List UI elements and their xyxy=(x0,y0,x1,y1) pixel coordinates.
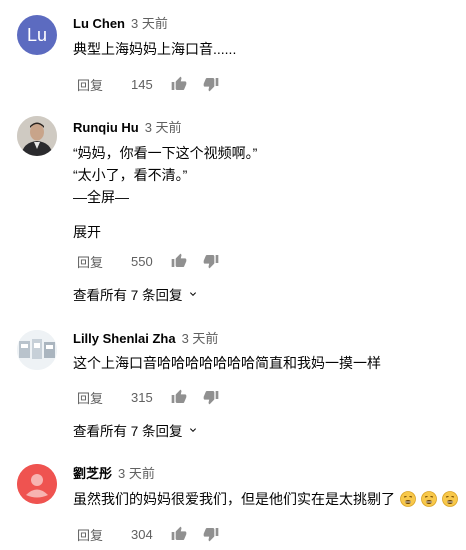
dislike-button[interactable] xyxy=(203,524,235,544)
reply-button[interactable]: 回复 xyxy=(73,252,121,271)
avatar[interactable] xyxy=(17,330,57,370)
comment-time[interactable]: 3 天前 xyxy=(118,466,155,481)
comment-text: 虽然我们的妈妈很爱我们，但是他们实在是太挑剔了 xyxy=(73,488,458,510)
comment-header: 劉芝彤 3 天前 xyxy=(73,466,155,482)
comment-actions: 回复 315 xyxy=(73,387,235,407)
comment-text: 典型上海妈妈上海口音...... xyxy=(73,41,237,57)
avatar[interactable] xyxy=(17,464,57,504)
like-count: 145 xyxy=(131,76,153,92)
avatar-initials: Lu xyxy=(26,24,48,45)
author-name[interactable]: 劉芝彤 xyxy=(73,466,112,481)
comment-text-line: —全屏— xyxy=(73,189,129,205)
thumbs-down-icon xyxy=(203,528,219,542)
chevron-down-icon xyxy=(189,428,196,432)
comment-header: Runqiu Hu 3 天前 xyxy=(73,120,182,136)
dislike-button[interactable] xyxy=(203,74,235,94)
weary-face-emoji xyxy=(399,491,416,507)
comment-actions: 回复 550 xyxy=(73,251,235,271)
like-button[interactable] xyxy=(171,387,203,407)
comment-time[interactable]: 3 天前 xyxy=(182,331,219,346)
dislike-button[interactable] xyxy=(203,251,235,271)
like-button[interactable] xyxy=(171,74,203,94)
dislike-button[interactable] xyxy=(203,387,235,407)
thumbs-down-icon xyxy=(203,391,219,405)
profile-photo-icon xyxy=(17,116,57,156)
view-replies-button[interactable]: 查看所有 7 条回复 xyxy=(73,420,199,440)
comment-text: 这个上海口音哈哈哈哈哈哈哈简直和我妈一摸一样 xyxy=(73,355,381,371)
comment-text-line: “妈妈，你看一下这个视频啊。” xyxy=(73,145,258,161)
thumbs-down-icon xyxy=(203,78,219,92)
comment-text-body: 虽然我们的妈妈很爱我们，但是他们实在是太挑剔了 xyxy=(73,491,395,507)
thumbs-up-icon xyxy=(171,526,187,540)
truncated-text-fragment xyxy=(73,212,193,218)
reply-button[interactable]: 回复 xyxy=(73,75,121,94)
comment-actions: 回复 304 xyxy=(73,524,235,544)
like-count: 304 xyxy=(131,526,153,542)
like-count: 315 xyxy=(131,389,153,405)
like-button[interactable] xyxy=(171,251,203,271)
like-count: 550 xyxy=(131,253,153,269)
reply-button[interactable]: 回复 xyxy=(73,388,121,407)
comment-header: Lilly Shenlai Zha 3 天前 xyxy=(73,331,218,347)
default-user-icon xyxy=(17,464,57,504)
comment-header: Lu Chen 3 天前 xyxy=(73,16,168,32)
view-replies-label: 查看所有 7 条回复 xyxy=(73,288,183,303)
avatar[interactable] xyxy=(17,116,57,156)
author-name[interactable]: Runqiu Hu xyxy=(73,120,139,135)
comment-actions: 回复 145 xyxy=(73,74,235,94)
comment-time[interactable]: 3 天前 xyxy=(131,16,168,31)
profile-photo-icon xyxy=(17,330,57,370)
comment-text-line: “太小了，看不清。” xyxy=(73,167,188,183)
weary-face-emoji xyxy=(420,491,437,507)
thumbs-up-icon xyxy=(171,253,187,267)
reply-button[interactable]: 回复 xyxy=(73,525,121,544)
chevron-down-icon xyxy=(189,292,196,296)
like-button[interactable] xyxy=(171,524,203,544)
comment-time[interactable]: 3 天前 xyxy=(145,120,182,135)
thumbs-up-icon xyxy=(171,76,187,90)
author-name[interactable]: Lu Chen xyxy=(73,16,125,31)
avatar[interactable]: Lu xyxy=(17,15,57,55)
view-replies-button[interactable]: 查看所有 7 条回复 xyxy=(73,284,199,304)
author-name[interactable]: Lilly Shenlai Zha xyxy=(73,331,176,346)
view-replies-label: 查看所有 7 条回复 xyxy=(73,424,183,439)
thumbs-down-icon xyxy=(203,255,219,269)
weary-face-emoji xyxy=(441,491,458,507)
expand-button[interactable]: 展开 xyxy=(73,222,101,242)
thumbs-up-icon xyxy=(171,389,187,403)
